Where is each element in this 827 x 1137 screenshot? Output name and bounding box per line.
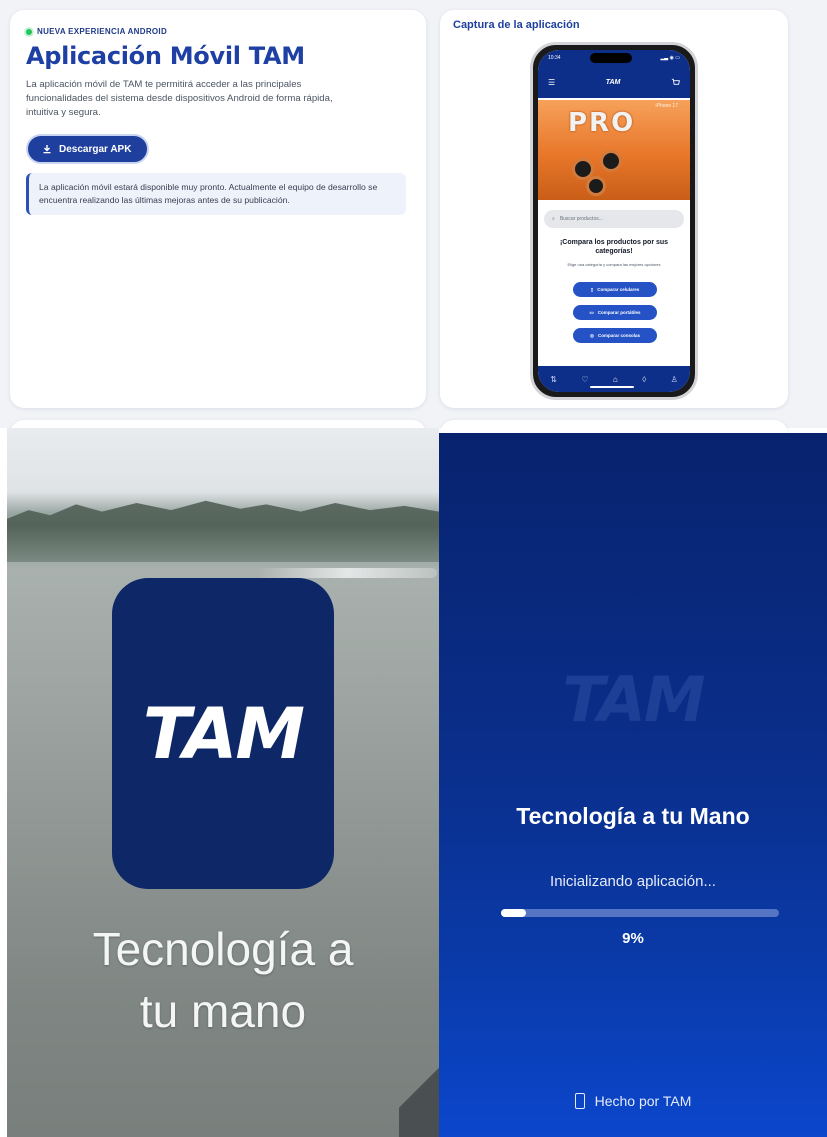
heart-icon[interactable]: ♡: [581, 375, 588, 384]
hero-title: PRO: [568, 108, 636, 138]
camera-lens-icon: [600, 150, 622, 172]
treeline: [7, 500, 439, 562]
status-dot-icon: [26, 28, 32, 35]
search-input[interactable]: ⌕ Buscar productos...: [544, 210, 684, 228]
icon-caption: Tecnología a tu mano: [7, 918, 439, 1042]
compare-consoles-button[interactable]: ◎ Comparar consolas: [573, 328, 657, 343]
splash-logo: TAM: [562, 663, 705, 736]
download-apk-button[interactable]: Descargar APK: [26, 134, 150, 164]
splash-screen: TAM Tecnología a tu Mano Inicializando a…: [439, 433, 827, 1137]
phone-screen: 10:34 ▂▃ ◉ ▭ ☰ TAM iPhone 17 PRO ⌕ Busca…: [538, 50, 690, 392]
laptop-icon: ▭: [589, 309, 594, 315]
screenshot-card: Captura de la aplicación 10:34 ▂▃ ◉ ▭ ☰ …: [440, 10, 788, 408]
app-icon-photo: TAM Tecnología a tu mano: [7, 428, 439, 1137]
icon-caption-line1: Tecnología a: [92, 923, 354, 975]
compare-phones-label: Comparar celulares: [597, 287, 640, 292]
cart-icon[interactable]: [671, 78, 680, 87]
app-info-card: NUEVA EXPERIENCIA ANDROID Aplicación Móv…: [10, 10, 426, 408]
splash-title: Tecnología a tu Mano: [516, 803, 750, 829]
download-label: Descargar APK: [59, 143, 132, 155]
availability-notice: La aplicación móvil estará disponible mu…: [26, 173, 406, 215]
hero-banner[interactable]: iPhone 17 PRO: [538, 100, 690, 200]
icon-caption-line2: tu mano: [139, 985, 307, 1037]
user-icon[interactable]: ♙: [671, 375, 678, 384]
phone-app-header: ☰ TAM: [538, 66, 690, 98]
phone-icon: ▯: [590, 286, 594, 292]
compare-subtitle: Elige una categoría y compara las mejore…: [567, 262, 661, 267]
download-icon: [43, 145, 51, 154]
page-title: Aplicación Móvil TAM: [26, 42, 305, 70]
phone-mockup: 10:34 ▂▃ ◉ ▭ ☰ TAM iPhone 17 PRO ⌕ Busca…: [530, 42, 698, 400]
progress-percent: 9%: [622, 930, 644, 947]
compare-title: ¡Compara los productos por sus categoría…: [559, 239, 669, 255]
status-icons: ▂▃ ◉ ▭: [660, 55, 680, 61]
compare-icon[interactable]: ⇅: [550, 375, 557, 384]
home-icon[interactable]: ⌂: [613, 375, 618, 384]
progress-bar: [501, 909, 779, 917]
hero-subtitle: iPhone 17: [655, 103, 678, 109]
compare-consoles-label: Comparar consolas: [597, 333, 640, 338]
phone-logo: TAM: [605, 78, 621, 86]
bottom-nav: ⇅ ♡ ⌂ ◊ ♙: [538, 366, 690, 392]
phone-icon: [574, 1093, 585, 1109]
dynamic-island: [590, 53, 632, 63]
screenshot-title: Captura de la aplicación: [453, 19, 580, 31]
footer-label: Hecho por TAM: [594, 1093, 692, 1109]
bell-icon[interactable]: ◊: [642, 375, 646, 384]
boat-wake: [257, 568, 437, 578]
camera-lens-icon: [586, 176, 606, 196]
web-section: NUEVA EXPERIENCIA ANDROID Aplicación Móv…: [0, 0, 827, 440]
photo-corner-object: [399, 1037, 439, 1137]
badge-label: NUEVA EXPERIENCIA ANDROID: [37, 27, 168, 36]
compare-laptops-label: Comparar portátiles: [597, 310, 641, 315]
tam-app-icon: TAM: [112, 578, 334, 889]
tam-logo: TAM: [142, 692, 305, 775]
gamepad-icon: ◎: [590, 332, 594, 338]
app-description: La aplicación móvil de TAM te permitirá …: [26, 79, 333, 118]
new-badge: NUEVA EXPERIENCIA ANDROID: [26, 27, 410, 36]
home-indicator: [590, 386, 634, 388]
status-time: 10:34: [548, 55, 561, 61]
menu-icon[interactable]: ☰: [548, 78, 555, 87]
search-icon: ⌕: [552, 216, 555, 222]
compare-phones-button[interactable]: ▯ Comparar celulares: [573, 282, 657, 297]
splash-footer: Hecho por TAM: [439, 1093, 827, 1109]
search-placeholder: Buscar productos...: [559, 216, 603, 222]
loading-status: Inicializando aplicación...: [550, 873, 716, 890]
compare-laptops-button[interactable]: ▭ Comparar portátiles: [573, 305, 657, 320]
progress-fill: [501, 909, 527, 917]
